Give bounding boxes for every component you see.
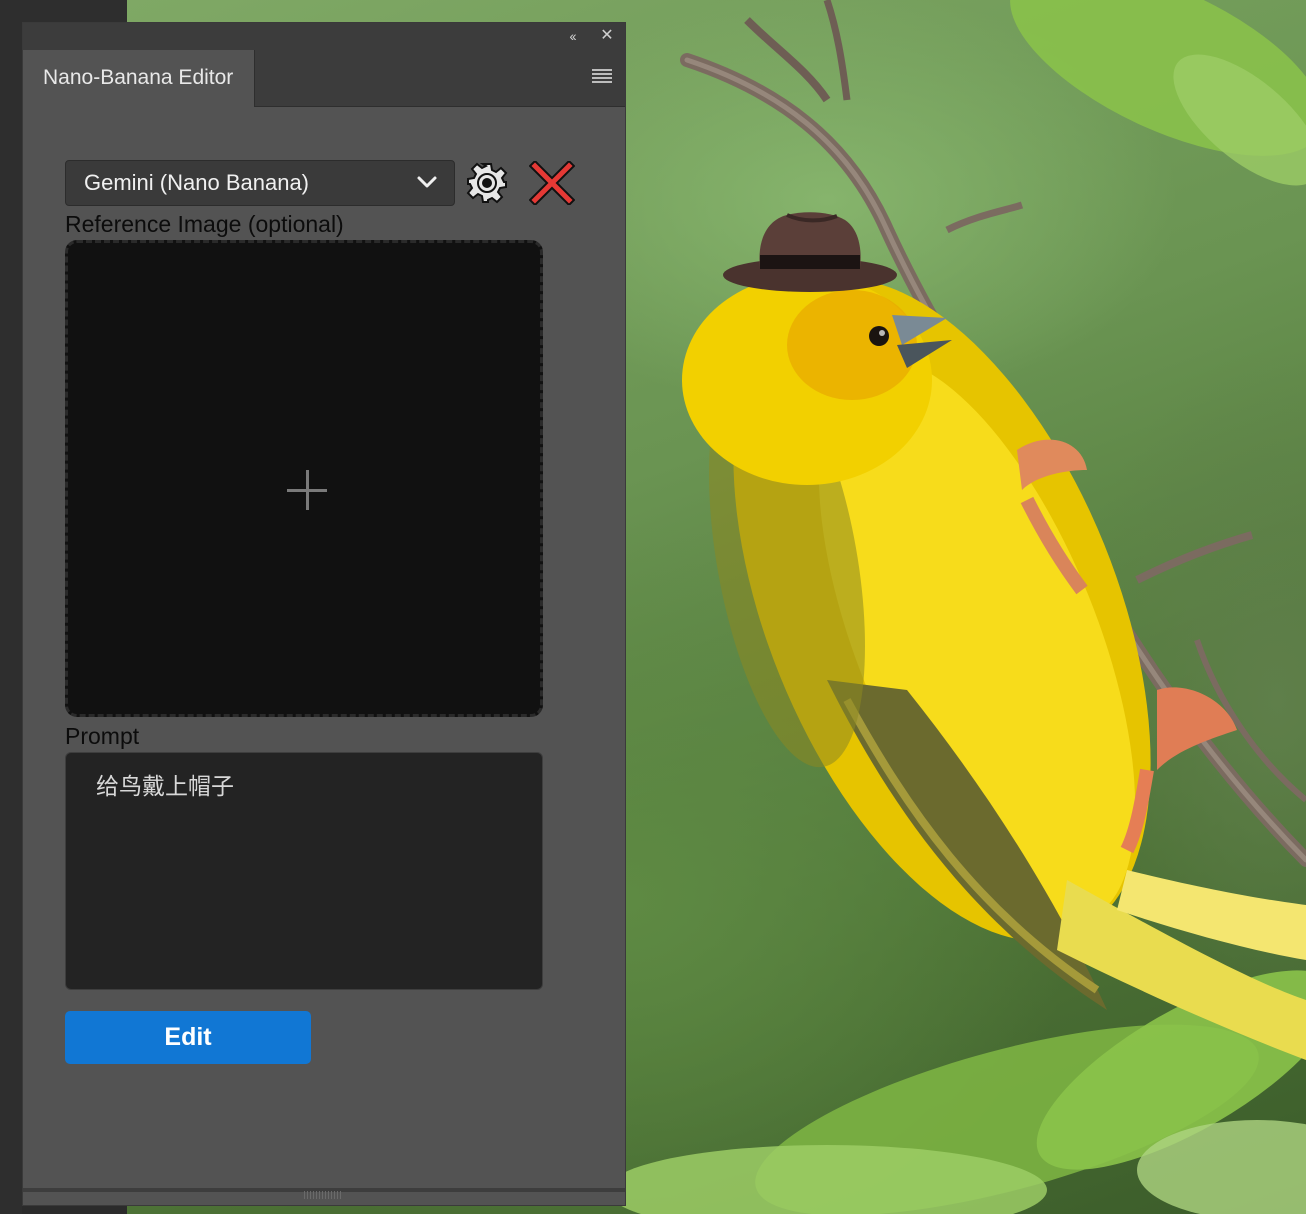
- panel-tab-strip: Nano-Banana Editor: [23, 50, 625, 107]
- plus-icon: [287, 470, 327, 510]
- settings-gear-icon[interactable]: [465, 161, 509, 205]
- host-left-strip: [0, 0, 22, 1214]
- reference-image-label: Reference Image (optional): [65, 211, 344, 237]
- tab-nano-banana-editor[interactable]: Nano-Banana Editor: [23, 50, 255, 107]
- host-top-strip: [22, 0, 127, 22]
- clear-x-icon[interactable]: [529, 161, 575, 205]
- model-select-value: Gemini (Nano Banana): [84, 170, 310, 195]
- close-panel-button[interactable]: ✕: [596, 26, 618, 46]
- prompt-label: Prompt: [65, 723, 140, 749]
- panel-menu-icon[interactable]: [592, 69, 612, 83]
- nano-banana-panel: ‹‹ ✕ Nano-Banana Editor Gemini (Nano Ban…: [22, 22, 626, 1206]
- model-select[interactable]: Gemini (Nano Banana): [65, 160, 455, 206]
- edit-button[interactable]: Edit: [65, 1011, 311, 1064]
- panel-titlebar: ‹‹ ✕: [23, 23, 625, 51]
- prompt-input[interactable]: 给鸟戴上帽子: [65, 752, 543, 990]
- reference-image-dropzone[interactable]: [65, 240, 543, 717]
- resize-grip-icon[interactable]: [304, 1191, 342, 1199]
- collapse-panel-button[interactable]: ‹‹: [561, 26, 583, 46]
- chevron-down-icon: [417, 176, 437, 188]
